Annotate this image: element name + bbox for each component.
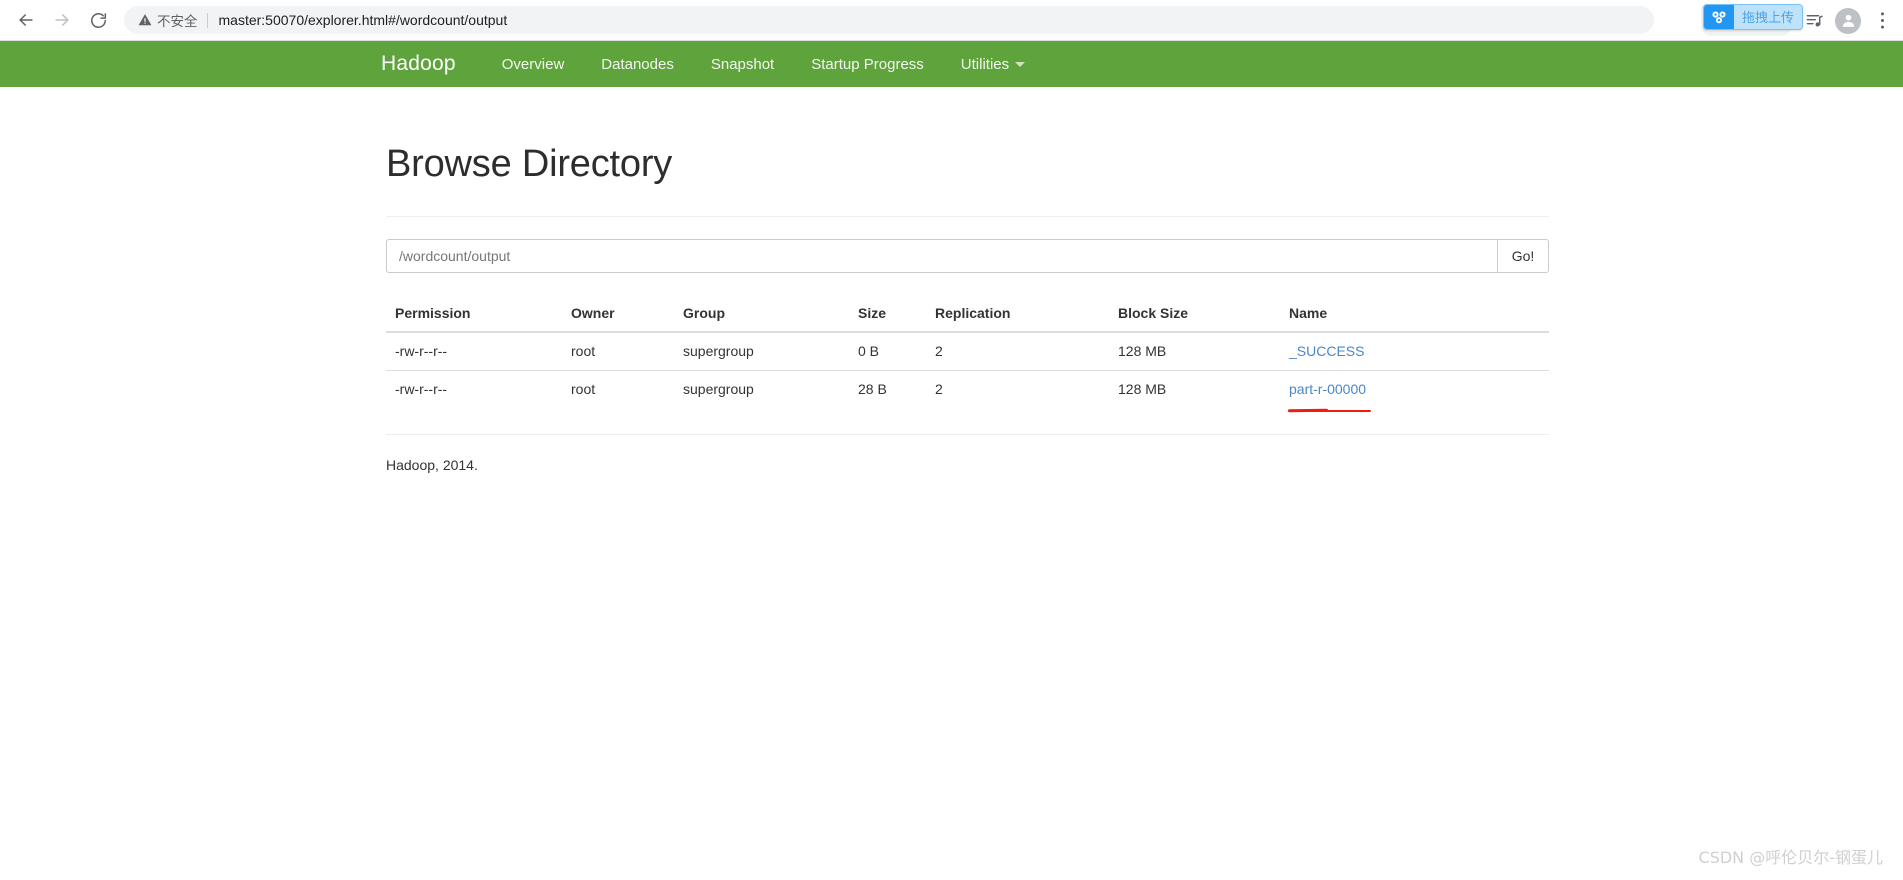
path-search-group: Go! bbox=[386, 239, 1549, 273]
content-container: Browse Directory Go! Permission Owner Gr… bbox=[386, 143, 1549, 473]
cell-group: supergroup bbox=[683, 370, 858, 408]
table-row: -rw-r--r-- root supergroup 28 B 2 128 MB… bbox=[386, 370, 1549, 412]
directory-table-head: Permission Owner Group Size Replication … bbox=[386, 297, 1549, 333]
cell-replication: 2 bbox=[935, 370, 1118, 408]
go-button[interactable]: Go! bbox=[1497, 239, 1549, 273]
chevron-down-icon bbox=[1015, 61, 1026, 67]
nav-link-snapshot[interactable]: Snapshot bbox=[711, 56, 774, 73]
cell-owner: root bbox=[571, 370, 683, 408]
file-link-success[interactable]: _SUCCESS bbox=[1289, 343, 1364, 359]
cell-size: 28 B bbox=[858, 370, 935, 408]
table-header-row: Permission Owner Group Size Replication … bbox=[386, 297, 1549, 333]
address-bar-url[interactable]: master:50070/explorer.html#/wordcount/ou… bbox=[219, 12, 508, 28]
csdn-watermark: CSDN @呼伦贝尔-钢蛋儿 bbox=[1698, 848, 1883, 867]
cell-block-size: 128 MB bbox=[1118, 343, 1167, 359]
nav-dropdown-utilities-label: Utilities bbox=[960, 55, 1010, 73]
hadoop-brand[interactable]: Hadoop bbox=[381, 52, 456, 76]
address-bar[interactable]: 不安全 master:50070/explorer.html#/wordcoun… bbox=[124, 6, 1654, 34]
media-control-icon[interactable] bbox=[1799, 6, 1829, 36]
column-header-owner[interactable]: Owner bbox=[571, 297, 683, 333]
hadoop-navbar: Hadoop Overview Datanodes Snapshot Start… bbox=[0, 41, 1903, 87]
cell-group: supergroup bbox=[683, 343, 754, 359]
red-underline-annotation bbox=[1289, 410, 1371, 412]
navbar-links: Hadoop Overview Datanodes Snapshot Start… bbox=[381, 52, 1026, 76]
cell-name: part-r-00000 bbox=[1289, 370, 1549, 412]
cell-size: 0 B bbox=[858, 343, 880, 359]
nav-dropdown-utilities[interactable]: Utilities bbox=[960, 55, 1026, 73]
back-button[interactable] bbox=[8, 2, 44, 38]
browser-toolbar-right: 拖拽上传 bbox=[1701, 0, 1899, 41]
nav-link-startup-progress[interactable]: Startup Progress bbox=[811, 56, 924, 73]
profile-avatar[interactable] bbox=[1833, 6, 1863, 36]
title-divider bbox=[386, 216, 1549, 217]
column-header-replication[interactable]: Replication bbox=[935, 297, 1118, 333]
directory-table-body: -rw-r--r-- root supergroup 0 B 2 128 MB … bbox=[386, 332, 1549, 412]
browser-chrome: 不安全 master:50070/explorer.html#/wordcoun… bbox=[0, 0, 1903, 41]
table-row: -rw-r--r-- root supergroup 0 B 2 128 MB … bbox=[386, 332, 1549, 371]
column-header-size[interactable]: Size bbox=[858, 297, 935, 333]
column-header-name[interactable]: Name bbox=[1289, 297, 1549, 333]
nav-link-overview[interactable]: Overview bbox=[502, 56, 565, 73]
not-secure-warning-icon bbox=[138, 13, 152, 27]
directory-table: Permission Owner Group Size Replication … bbox=[386, 297, 1549, 412]
baidu-netdisk-tooltip-label: 拖拽上传 bbox=[1742, 11, 1795, 26]
column-header-permission[interactable]: Permission bbox=[386, 297, 571, 333]
cell-replication: 2 bbox=[935, 343, 943, 359]
file-link-part-r-00000[interactable]: part-r-00000 bbox=[1289, 381, 1366, 397]
extensions-tray: 拖拽上传 bbox=[1701, 3, 1804, 36]
cell-permission: -rw-r--r-- bbox=[386, 370, 571, 408]
baidu-netdisk-icon bbox=[1704, 4, 1734, 29]
cell-name: _SUCCESS bbox=[1289, 332, 1549, 371]
page-body: Browse Directory Go! Permission Owner Gr… bbox=[0, 87, 1903, 473]
omnibox-divider bbox=[206, 12, 208, 28]
security-status-label: 不安全 bbox=[157, 14, 198, 30]
cell-permission: -rw-r--r-- bbox=[395, 343, 448, 359]
column-header-block-size[interactable]: Block Size bbox=[1118, 297, 1289, 333]
cell-block-size: 128 MB bbox=[1118, 370, 1289, 408]
baidu-netdisk-tooltip[interactable]: 拖拽上传 bbox=[1703, 3, 1804, 30]
forward-button[interactable] bbox=[44, 2, 80, 38]
cell-owner: root bbox=[571, 343, 596, 359]
reload-button[interactable] bbox=[80, 2, 116, 38]
profile-avatar-icon bbox=[1835, 7, 1861, 34]
chrome-menu-button[interactable] bbox=[1867, 6, 1897, 36]
browser-nav-buttons bbox=[0, 2, 116, 38]
page-title: Browse Directory bbox=[386, 143, 673, 185]
nav-link-datanodes[interactable]: Datanodes bbox=[601, 56, 674, 73]
column-header-group[interactable]: Group bbox=[683, 297, 858, 333]
path-input[interactable] bbox=[386, 239, 1497, 273]
page-footer: Hadoop, 2014. bbox=[386, 434, 1549, 473]
